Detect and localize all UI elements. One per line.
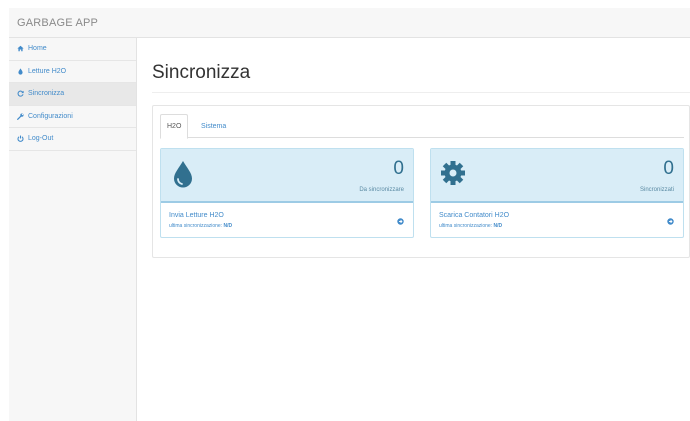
sidebar-item-label: Letture H2O [28, 67, 67, 75]
app-brand[interactable]: GARBAGE APP [17, 17, 98, 29]
last-sync-value: N/D [493, 223, 503, 229]
sidebar-item-label: Configurazioni [28, 112, 73, 120]
last-sync-info: ultima sincronizzazione: N/D [439, 223, 502, 229]
tab-sistema[interactable]: Sistema [195, 114, 232, 138]
card-header: 0 Sincronizzati [431, 149, 683, 203]
tab-h2o[interactable]: H2O [160, 114, 189, 139]
app-window: GARBAGE APP Home Letture H2O Sincronizza… [9, 8, 690, 421]
refresh-icon [16, 89, 25, 98]
last-sync-label: ultima sincronizzazione: [439, 223, 493, 229]
arrow-circle-right-icon[interactable] [667, 212, 674, 225]
pending-label: Da sincronizzare [359, 187, 404, 193]
last-sync-value: N/D [223, 223, 233, 229]
main-content: Sincronizza H2O Sistema 0 Da sincronizza… [137, 38, 690, 421]
sidebar-item-label: Log-Out [28, 135, 54, 143]
card-header: 0 Da sincronizzare [161, 149, 413, 203]
sidebar-item-label: Sincronizza [28, 90, 65, 98]
synced-label: Sincronizzati [639, 187, 674, 193]
water-drop-icon [169, 158, 197, 188]
wrench-icon [16, 112, 25, 121]
arrow-circle-right-icon[interactable] [397, 212, 404, 225]
sidebar-item-sincronizza[interactable]: Sincronizza [9, 83, 136, 106]
drop-icon [16, 67, 25, 76]
upload-readings-card: 0 Da sincronizzare Invia Letture H2O ult… [160, 148, 414, 238]
sidebar-item-label: Home [28, 45, 47, 53]
sidebar-item-configurazioni[interactable]: Configurazioni [9, 106, 136, 128]
pending-count: 0 [393, 158, 404, 179]
last-sync-label: ultima sincronizzazione: [169, 223, 223, 229]
power-icon [16, 134, 25, 143]
download-meters-card: 0 Sincronizzati Scarica Contatori H2O ul… [430, 148, 684, 238]
gear-icon [439, 158, 467, 188]
send-readings-link[interactable]: Invia Letture H2O [169, 212, 224, 219]
sync-panel: H2O Sistema 0 Da sincronizzare Invia Let… [152, 105, 690, 258]
title-divider [152, 92, 690, 93]
sidebar: Home Letture H2O Sincronizza Configurazi… [9, 38, 137, 421]
sidebar-item-log-out[interactable]: Log-Out [9, 128, 136, 151]
home-icon [16, 44, 25, 53]
sidebar-item-home[interactable]: Home [9, 38, 136, 61]
synced-count: 0 [663, 158, 674, 179]
sidebar-item-letture-h2o[interactable]: Letture H2O [9, 61, 136, 83]
last-sync-info: ultima sincronizzazione: N/D [169, 223, 232, 229]
top-navbar: GARBAGE APP [9, 8, 690, 38]
page-title: Sincronizza [152, 62, 251, 83]
tab-bar: H2O Sistema [160, 114, 684, 139]
download-meters-link[interactable]: Scarica Contatori H2O [439, 212, 509, 219]
